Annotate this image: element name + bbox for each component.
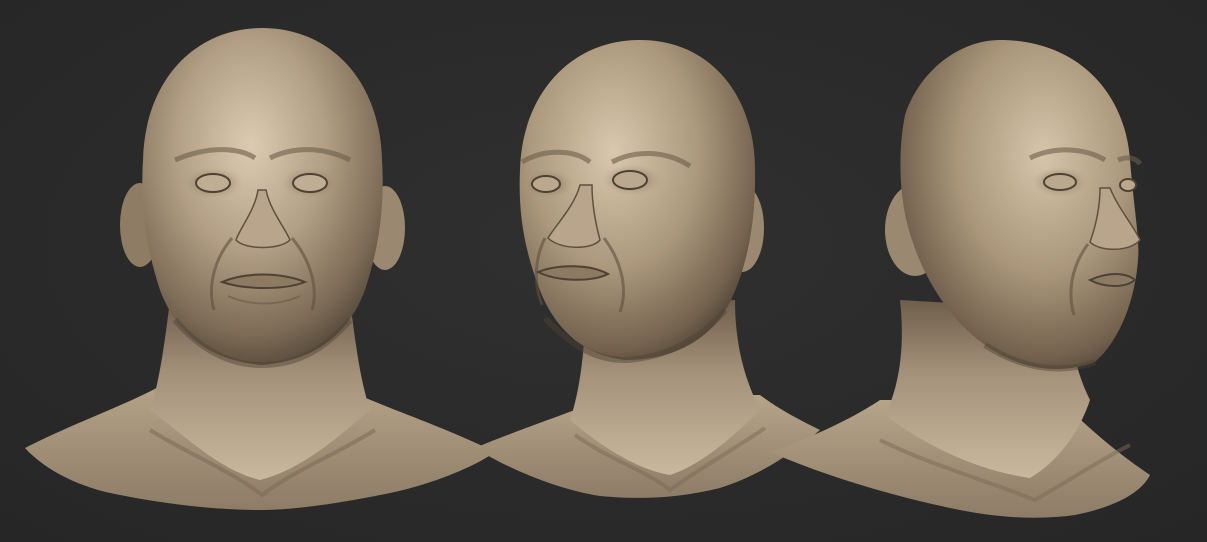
right-eye-far bbox=[1119, 178, 1137, 192]
sculpt-render bbox=[25, 28, 1150, 518]
mid-eye-left bbox=[531, 175, 561, 193]
head-bust-three-quarter-right-view bbox=[770, 40, 1150, 518]
sculpt-viewport bbox=[0, 0, 1207, 542]
right-eye bbox=[1043, 173, 1077, 191]
front-eye-left bbox=[195, 173, 231, 193]
head-bust-three-quarter-left-view bbox=[475, 40, 820, 498]
head-bust-front-view bbox=[25, 28, 495, 510]
mid-eye-right bbox=[612, 170, 648, 190]
front-eye-right bbox=[292, 173, 328, 193]
